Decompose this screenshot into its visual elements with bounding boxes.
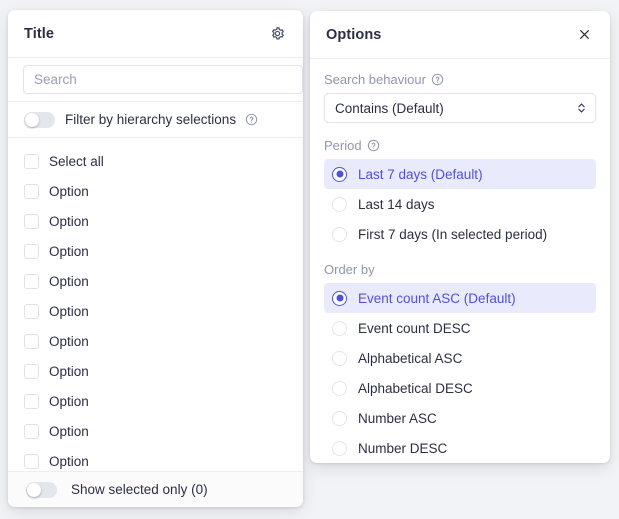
radio-indicator[interactable] [332,290,347,306]
radio-option-label: Last 7 days (Default) [358,166,483,182]
radio-indicator[interactable] [332,320,347,336]
page-title: Title [24,25,55,42]
list-item-label: Option [49,213,89,229]
radio-indicator[interactable] [332,440,347,456]
list-item-label: Option [49,363,89,379]
radio-option-label: Event count DESC [358,320,471,336]
radio-indicator[interactable] [332,350,347,366]
search-behaviour-text: Search behaviour [324,72,426,87]
search-behaviour-select[interactable]: Contains (Default) [324,93,596,123]
order-by-label: Order by [324,262,596,277]
radio-option-event-count-desc[interactable]: Event count DESC [324,313,596,343]
show-selected-only-toggle[interactable] [26,481,57,498]
checkbox[interactable] [24,333,39,349]
radio-option-label: Event count ASC (Default) [358,290,516,306]
radio-option-number-desc[interactable]: Number DESC [324,433,596,463]
checkbox[interactable] [24,213,39,229]
question-circle-icon[interactable] [367,139,380,152]
filter-by-hierarchy-toggle[interactable] [24,111,55,128]
question-circle-icon[interactable] [431,73,444,86]
radio-option-label: Alphabetical DESC [358,380,473,396]
radio-indicator[interactable] [332,196,347,212]
period-radio-group: Last 7 days (Default) Last 14 days First… [324,159,596,249]
checkbox[interactable] [24,153,39,169]
list-item[interactable]: Option [8,326,303,356]
list-item-label: Option [49,303,89,319]
checkbox[interactable] [24,273,39,289]
radio-option-last-14-days[interactable]: Last 14 days [324,189,596,219]
filter-panel: Title Filter by hierarchy selections [8,10,303,507]
radio-option-label: Last 14 days [358,196,435,212]
order-by-radio-group: Event count ASC (Default) Event count DE… [324,283,596,463]
radio-option-label: Alphabetical ASC [358,350,463,366]
radio-option-number-asc[interactable]: Number ASC [324,403,596,433]
options-panel-header: Options [310,11,610,59]
list-item[interactable]: Option [8,236,303,266]
filter-by-hierarchy-toggle-row[interactable]: Filter by hierarchy selections [8,102,303,138]
list-item[interactable]: Option [8,206,303,236]
radio-option-alphabetical-desc[interactable]: Alphabetical DESC [324,373,596,403]
radio-option-label: Number DESC [358,440,448,456]
search-input[interactable] [23,65,303,94]
checkbox[interactable] [24,243,39,259]
list-item-label: Option [49,453,89,469]
search-behaviour-select-wrap: Contains (Default) [324,93,596,123]
toggle-knob [27,482,41,497]
list-item[interactable]: Option [8,416,303,446]
search-behaviour-selected-value: Contains (Default) [335,100,444,116]
show-selected-only-label: Show selected only (0) [71,482,208,497]
radio-indicator[interactable] [332,380,347,396]
search-behaviour-label: Search behaviour [324,72,596,87]
list-item-label: Select all [49,153,104,169]
radio-indicator[interactable] [332,410,347,426]
checkbox[interactable] [24,453,39,469]
list-item-label: Option [49,393,89,409]
close-icon[interactable] [572,23,596,47]
options-panel-body: Search behaviour Contains (Default) Peri… [310,59,610,463]
radio-option-last-7-days[interactable]: Last 7 days (Default) [324,159,596,189]
list-item[interactable]: Option [8,356,303,386]
checkbox[interactable] [24,423,39,439]
checkbox[interactable] [24,393,39,409]
list-item-label: Option [49,423,89,439]
list-item-label: Option [49,183,89,199]
list-item-label: Option [49,273,89,289]
search-row [8,58,303,102]
order-by-text: Order by [324,262,375,277]
filter-by-hierarchy-label: Filter by hierarchy selections [65,112,258,127]
radio-indicator[interactable] [332,166,347,182]
options-checkbox-list[interactable]: Select all Option Option Option Option O… [8,138,303,471]
radio-option-alphabetical-asc[interactable]: Alphabetical ASC [324,343,596,373]
checkbox[interactable] [24,183,39,199]
radio-option-event-count-asc[interactable]: Event count ASC (Default) [324,283,596,313]
checkbox[interactable] [24,303,39,319]
radio-option-label: Number ASC [358,410,437,426]
checkbox[interactable] [24,363,39,379]
filter-panel-header: Title [8,10,303,58]
list-item[interactable]: Option [8,386,303,416]
list-item[interactable]: Option [8,446,303,471]
period-text: Period [324,138,362,153]
show-selected-only-row[interactable]: Show selected only (0) [8,471,303,507]
toggle-knob [25,112,39,127]
list-item[interactable]: Option [8,176,303,206]
filter-by-hierarchy-text: Filter by hierarchy selections [65,112,237,127]
question-circle-icon[interactable] [245,113,258,126]
options-panel: Options Search behaviour Contains (Defau… [310,11,610,463]
list-item[interactable]: Option [8,296,303,326]
radio-indicator[interactable] [332,226,347,242]
radio-option-label: First 7 days (In selected period) [358,226,548,242]
list-item[interactable]: Option [8,266,303,296]
list-item-label: Option [49,243,89,259]
list-item[interactable]: Select all [8,146,303,176]
radio-option-first-7-days[interactable]: First 7 days (In selected period) [324,219,596,249]
options-panel-title: Options [326,26,382,43]
gear-icon[interactable] [265,22,289,46]
period-label: Period [324,138,596,153]
list-item-label: Option [49,333,89,349]
